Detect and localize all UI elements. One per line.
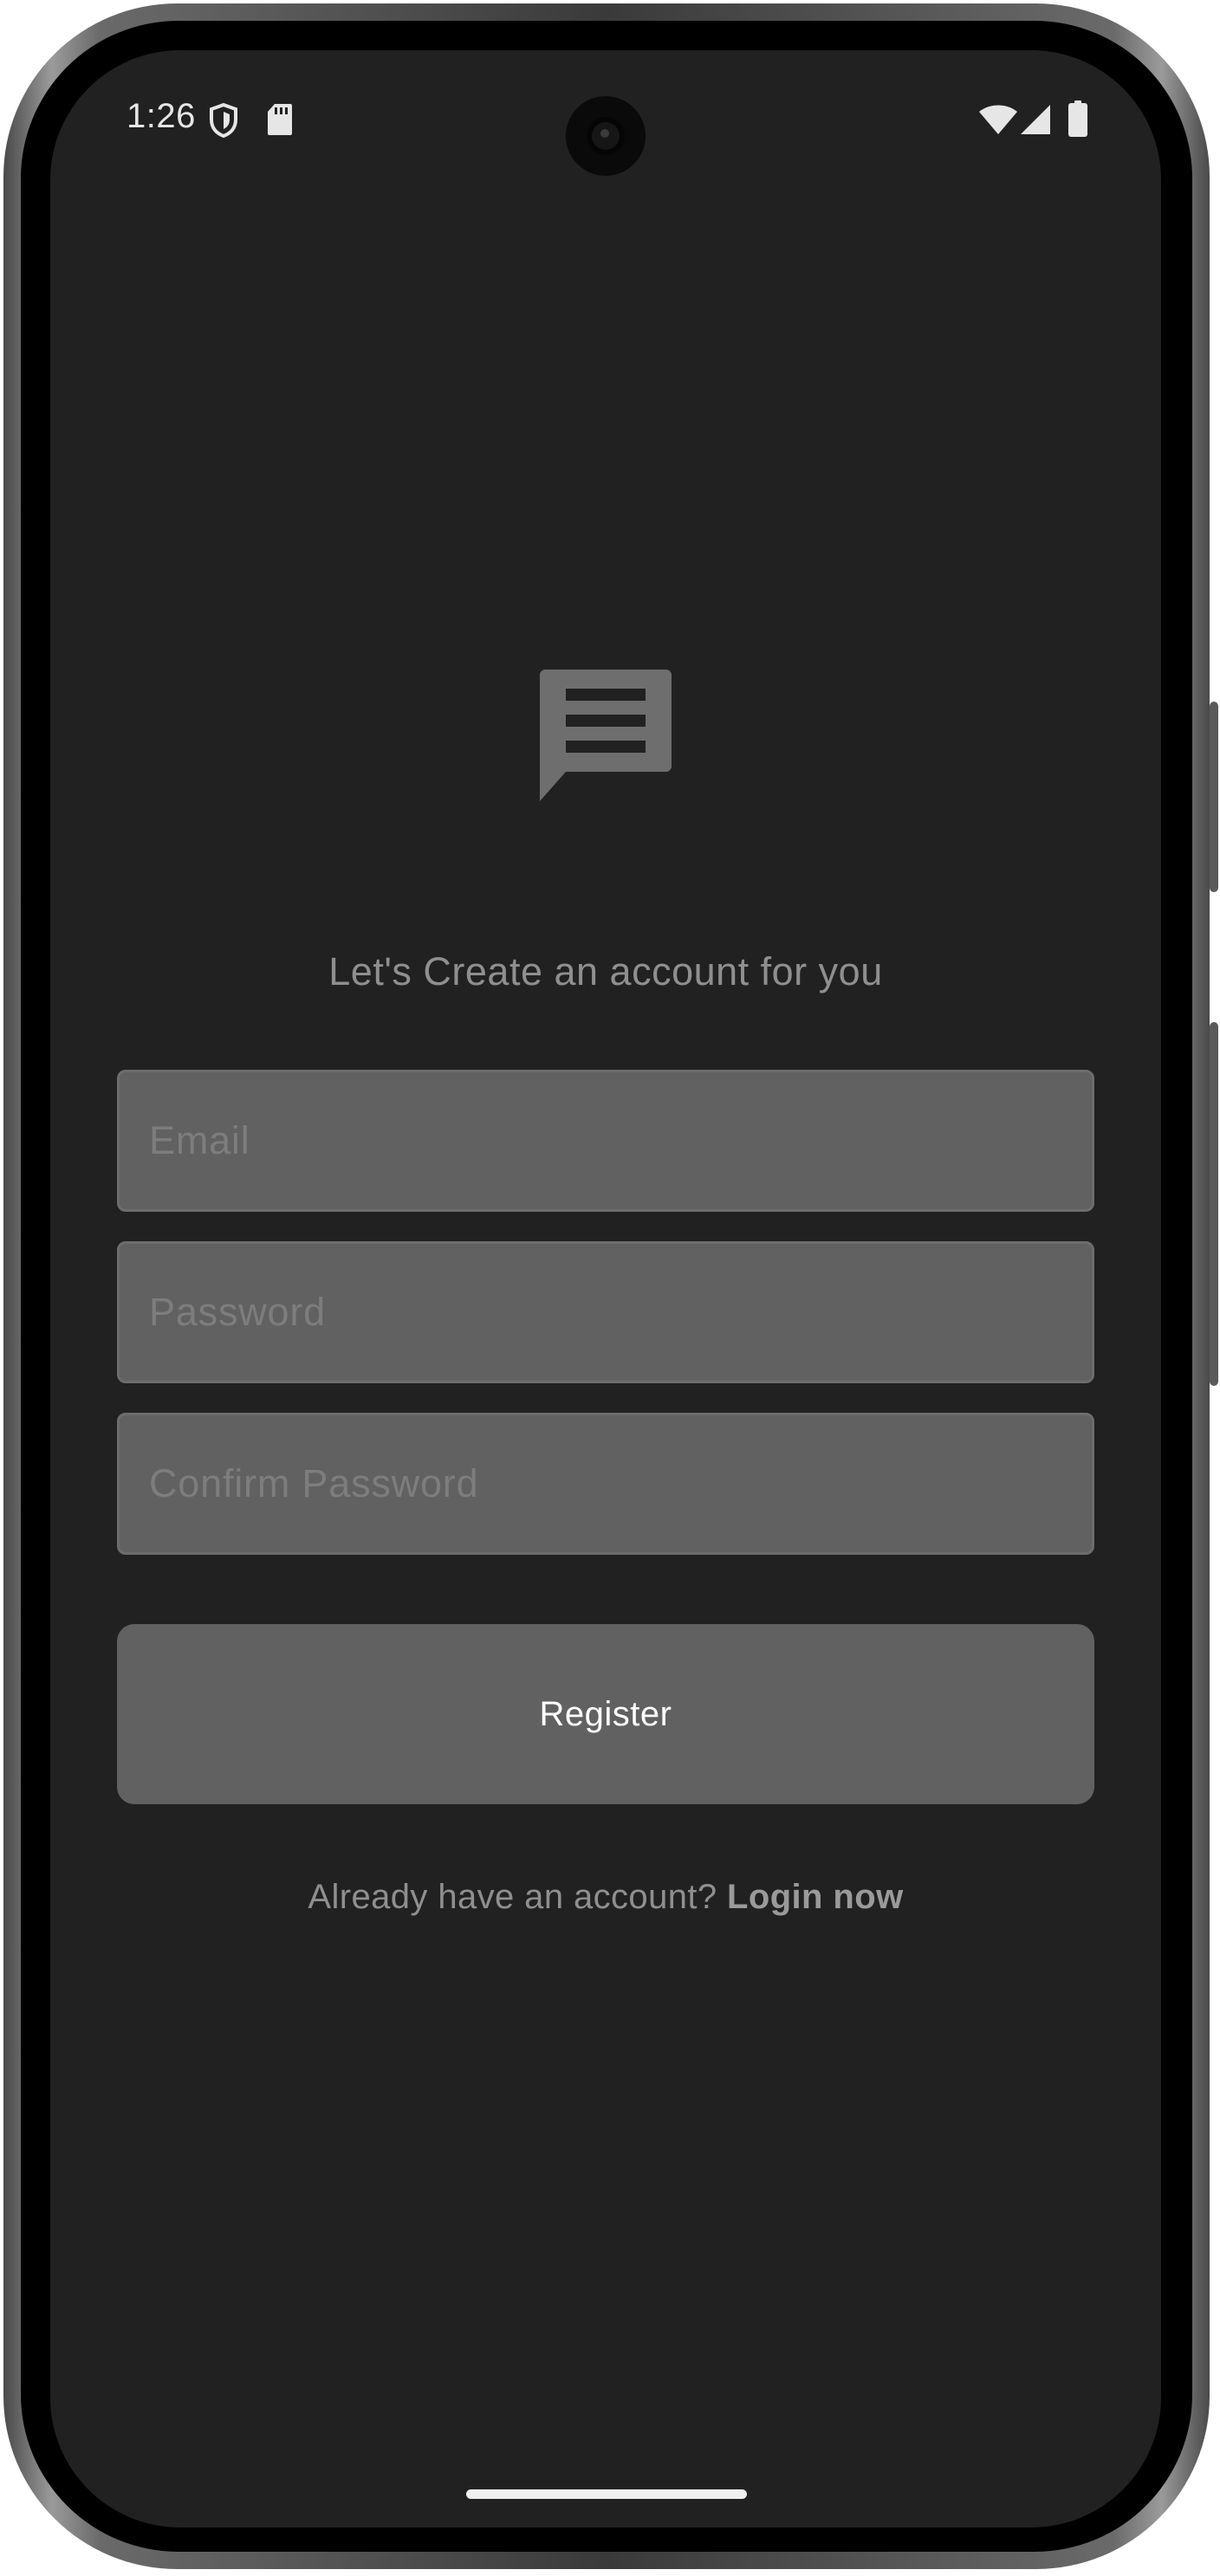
password-field[interactable] [117,1241,1094,1383]
volume-button [1210,1022,1218,1386]
register-button[interactable]: Register [117,1624,1094,1804]
message-icon [540,670,672,801]
register-subtitle: Let's Create an account for you [328,949,883,994]
sd-card-icon [268,104,292,135]
cellular-signal-icon [1021,105,1050,134]
login-now-link[interactable]: Login now [727,1878,904,1916]
battery-icon [1068,100,1087,137]
app-screen: 1:26 Let's Create an account for you Ema… [50,50,1161,2527]
home-indicator[interactable] [466,2489,747,2499]
wifi-icon [979,105,1017,134]
email-field[interactable] [117,1070,1094,1212]
camera-glint [600,129,609,138]
status-bar: 1:26 [50,50,1161,180]
login-prompt-text: Already have an account? [308,1878,728,1916]
login-prompt-row: Already have an account? Login now [50,1878,1161,1917]
shield-icon [210,102,237,139]
confirm-password-field[interactable] [117,1413,1094,1555]
status-time: 1:26 [127,97,196,135]
power-button [1210,702,1218,892]
front-camera [566,96,646,176]
